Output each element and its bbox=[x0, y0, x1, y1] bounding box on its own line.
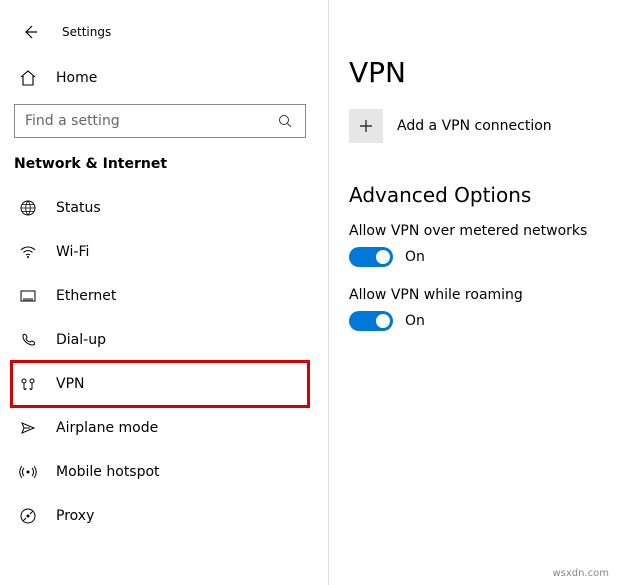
nav-list: Status Wi-Fi Ethernet Dial-up VPN Airplane mo… bbox=[12, 186, 308, 538]
sidebar-item-label: Ethernet bbox=[56, 288, 116, 304]
sidebar-item-label: Status bbox=[56, 200, 101, 216]
setting-label: Allow VPN over metered networks bbox=[349, 223, 605, 239]
category-label: Network & Internet bbox=[12, 152, 308, 186]
sidebar-item-wi-fi[interactable]: Wi-Fi bbox=[12, 230, 308, 274]
plus-icon bbox=[358, 118, 374, 134]
setting-allow-vpn-over-metered-networks: Allow VPN over metered networks On bbox=[349, 223, 605, 267]
toggle-switch[interactable] bbox=[349, 311, 393, 331]
sidebar-item-label: Wi-Fi bbox=[56, 244, 89, 260]
sidebar-item-airplane-mode[interactable]: Airplane mode bbox=[12, 406, 308, 450]
sidebar-item-vpn[interactable]: VPN bbox=[12, 362, 308, 406]
sidebar-item-ethernet[interactable]: Ethernet bbox=[12, 274, 308, 318]
sidebar-item-label: Dial-up bbox=[56, 332, 106, 348]
ethernet-icon bbox=[18, 286, 38, 306]
toggle-state: On bbox=[405, 313, 425, 329]
setting-allow-vpn-while-roaming: Allow VPN while roaming On bbox=[349, 287, 605, 331]
sidebar-item-mobile-hotspot[interactable]: Mobile hotspot bbox=[12, 450, 308, 494]
sidebar: Settings Home Find a setting Network & I… bbox=[0, 0, 320, 585]
sidebar-item-label: VPN bbox=[56, 376, 85, 392]
add-vpn-label: Add a VPN connection bbox=[397, 118, 552, 134]
toggle-state: On bbox=[405, 249, 425, 265]
add-vpn-connection[interactable]: Add a VPN connection bbox=[349, 109, 605, 143]
window-header: Settings bbox=[12, 20, 308, 60]
sidebar-item-status[interactable]: Status bbox=[12, 186, 308, 230]
sidebar-item-label: Airplane mode bbox=[56, 420, 158, 436]
home-label: Home bbox=[56, 70, 97, 86]
dialup-icon bbox=[18, 330, 38, 350]
toggle-row: On bbox=[349, 247, 605, 267]
add-button[interactable] bbox=[349, 109, 383, 143]
page-title: VPN bbox=[349, 56, 605, 89]
sidebar-item-label: Mobile hotspot bbox=[56, 464, 160, 480]
app-title: Settings bbox=[62, 25, 111, 39]
setting-label: Allow VPN while roaming bbox=[349, 287, 605, 303]
search-placeholder: Find a setting bbox=[25, 113, 120, 129]
airplane-icon bbox=[18, 418, 38, 438]
toggle-row: On bbox=[349, 311, 605, 331]
proxy-icon bbox=[18, 506, 38, 526]
attribution: wsxdn.com bbox=[552, 568, 609, 579]
hotspot-icon bbox=[18, 462, 38, 482]
search-input[interactable]: Find a setting bbox=[14, 104, 306, 138]
back-button[interactable] bbox=[20, 22, 40, 42]
vpn-icon bbox=[18, 374, 38, 394]
main-panel: VPN Add a VPN connection Advanced Option… bbox=[329, 0, 621, 585]
back-arrow-icon bbox=[20, 22, 40, 42]
advanced-options-title: Advanced Options bbox=[349, 183, 605, 207]
wifi-icon bbox=[18, 242, 38, 262]
status-icon bbox=[18, 198, 38, 218]
home-icon bbox=[18, 68, 38, 88]
sidebar-home[interactable]: Home bbox=[12, 60, 308, 100]
settings-list: Allow VPN over metered networksOnAllow V… bbox=[349, 223, 605, 331]
search-icon bbox=[275, 111, 295, 131]
sidebar-item-proxy[interactable]: Proxy bbox=[12, 494, 308, 538]
sidebar-item-dial-up[interactable]: Dial-up bbox=[12, 318, 308, 362]
sidebar-item-label: Proxy bbox=[56, 508, 94, 524]
toggle-switch[interactable] bbox=[349, 247, 393, 267]
